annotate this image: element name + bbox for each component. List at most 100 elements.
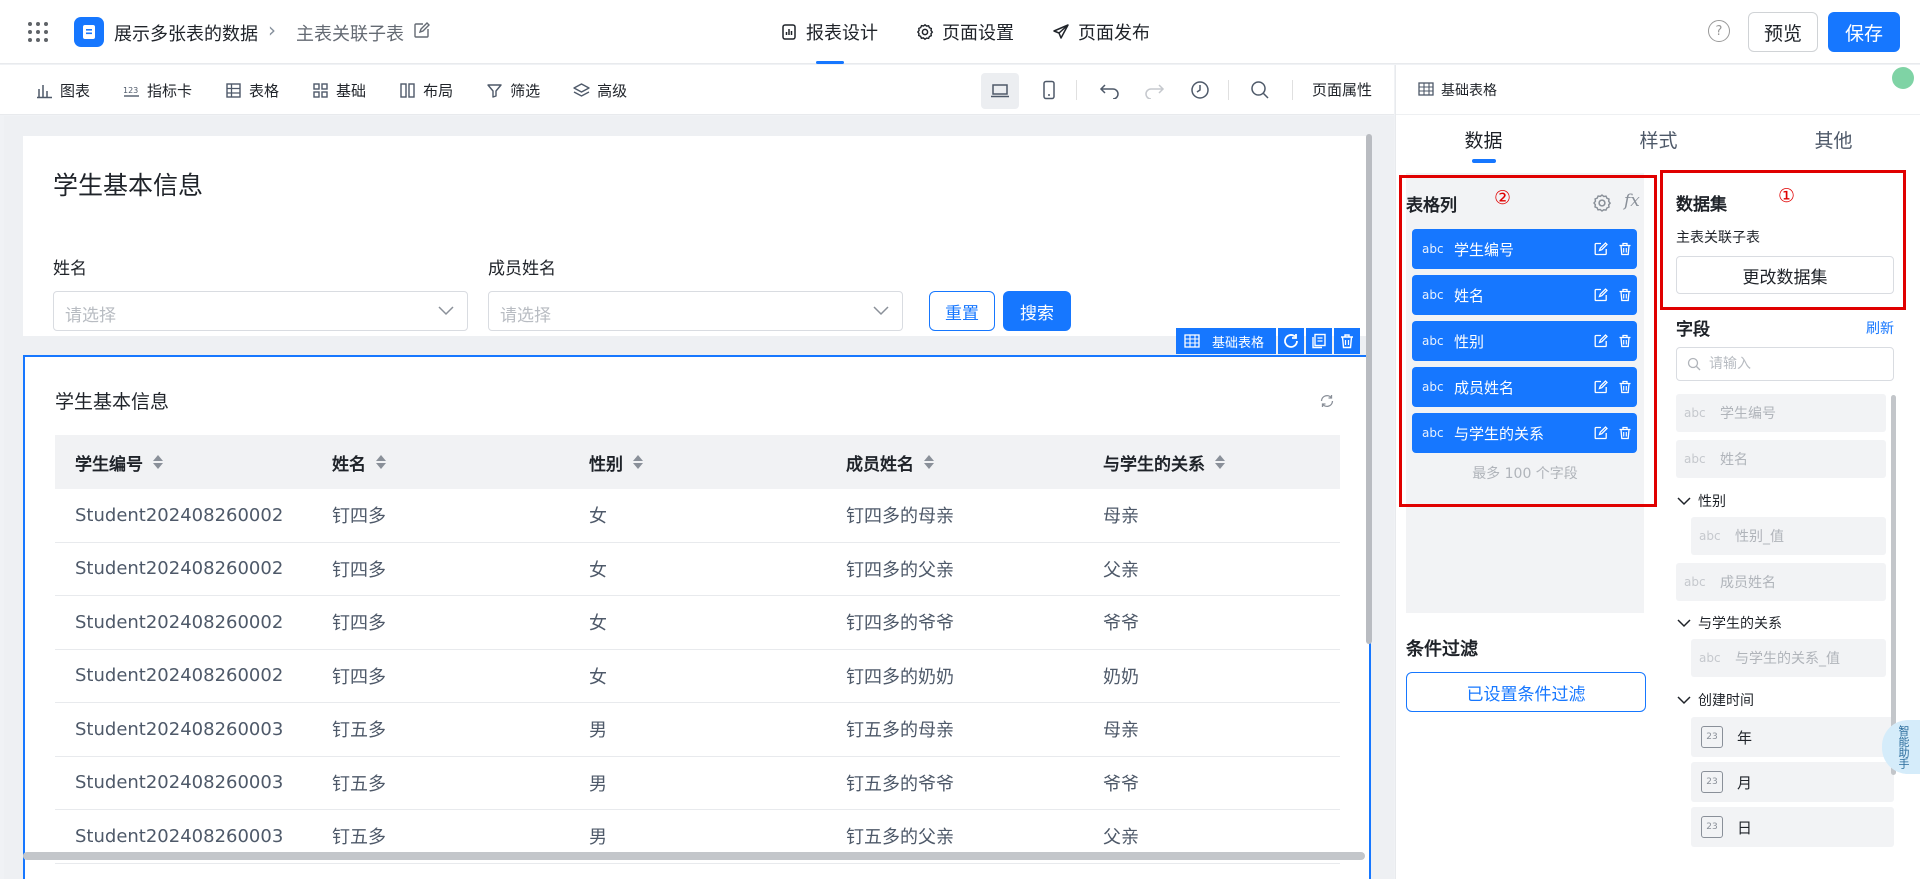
sort-icon[interactable] [376,455,386,469]
toolbar-filter[interactable]: 筛选 [486,65,540,115]
refresh-fields-link[interactable]: 刷新 [1866,318,1894,338]
help-icon[interactable]: ? [1708,20,1730,42]
member-name-select[interactable]: 请选择 [488,291,903,331]
date-field[interactable]: 23 日 [1691,807,1894,847]
tab-report-design[interactable]: 报表设计 [780,0,878,64]
undo-button[interactable] [1098,78,1122,102]
desktop-view-button[interactable] [981,73,1019,109]
tab-page-settings[interactable]: 页面设置 [916,0,1014,64]
date-field-name: 日 [1737,818,1753,837]
reset-button[interactable]: 重置 [929,291,995,331]
table-cell: 父亲 [1103,559,1139,581]
toolbar-advanced[interactable]: 高级 [573,65,627,115]
properties-panel-title: 基础表格 [1441,83,1497,99]
preview-button[interactable]: 预览 [1748,12,1818,52]
canvas-vertical-scrollbar[interactable] [1366,134,1372,644]
tab-data[interactable]: 数据 [1396,115,1571,167]
column-header-label: 性别 [589,454,623,475]
table-refresh-icon[interactable] [1319,393,1335,409]
edit-page-name-icon[interactable] [413,22,430,39]
fields-scrollbar[interactable] [1891,395,1896,775]
refresh-icon [1284,334,1298,348]
toolbar-chart[interactable]: 图表 [36,65,90,115]
column-header-label: 姓名 [332,454,366,475]
column-header[interactable]: 性别 [569,450,826,475]
app-logo-icon [74,17,104,47]
table-cell: 爷爷 [1103,613,1139,635]
component-tag-text: 基础表格 [1212,335,1265,351]
table-cell: 母亲 [1103,720,1139,742]
table-cell: 女 [589,666,607,688]
field-group-relation[interactable]: 与学生的关系 [1676,613,1782,633]
metric-icon: 123 [123,86,140,97]
filter-card[interactable]: 学生基本信息 姓名 请选择 成员姓名 请选择 重置 搜索 [23,136,1371,336]
column-header[interactable]: 姓名 [312,450,569,475]
search-button[interactable] [1248,78,1272,102]
tag-delete-button[interactable] [1334,328,1361,354]
table-cell: Student202408260002 [75,504,284,526]
filter-icon [487,83,502,98]
date-field[interactable]: 23 年 [1691,717,1894,757]
sort-icon[interactable] [153,455,163,469]
field-group-gender[interactable]: 性别 [1676,491,1726,511]
page-properties-link[interactable]: 页面属性 [1312,79,1372,100]
table-row: Student202408260002 钉四多 女 钉四多的爷爷 爷爷 [55,596,1340,650]
app-name[interactable]: 展示多张表的数据 [114,20,258,46]
dataset-field[interactable]: abc 与学生的关系_值 [1691,639,1886,677]
mobile-view-button[interactable] [1037,78,1061,102]
dataset-field[interactable]: abc 成员姓名 [1676,563,1886,601]
column-header[interactable]: 成员姓名 [826,450,1083,475]
table-cell: Student202408260002 [75,665,284,687]
calendar-icon: 23 [1701,726,1723,748]
dataset-field[interactable]: abc 姓名 [1676,440,1886,478]
tag-refresh-button[interactable] [1278,328,1305,354]
toolbar-table[interactable]: 表格 [225,65,279,115]
tag-copy-button[interactable] [1306,328,1333,354]
field-type-label: abc [1684,406,1706,420]
date-field[interactable]: 23 月 [1691,762,1894,802]
component-tag-label[interactable]: 基础表格 [1176,328,1277,354]
table-cell: 奶奶 [1103,666,1139,688]
column-header-label: 学生编号 [75,454,143,475]
sort-icon[interactable] [924,455,934,469]
annotation-box-dataset [1660,170,1906,310]
tab-page-publish[interactable]: 页面发布 [1052,0,1150,64]
toolbar-advanced-label: 高级 [597,81,628,100]
top-header: 展示多张表的数据 › 主表关联子表 报表设计 页面设置 页面发布 ? 预览 保存 [0,0,1920,64]
layout-icon [400,82,415,98]
column-header[interactable]: 学生编号 [55,450,312,475]
canvas-horizontal-scrollbar[interactable] [23,852,1365,860]
apps-grid-icon[interactable] [28,22,48,42]
field-search-input[interactable] [1676,347,1894,381]
table-row: Student202408260002 钉四多 女 钉四多的奶奶 奶奶 [55,650,1340,703]
name-select[interactable]: 请选择 [53,291,468,331]
toolbar-basic[interactable]: 基础 [312,65,366,115]
sort-icon[interactable] [1215,455,1225,469]
field-group-label: 与学生的关系 [1698,616,1782,632]
tab-other[interactable]: 其他 [1746,115,1920,167]
table-cell: Student202408260003 [75,825,284,847]
basic-table-card[interactable]: 学生基本信息 学生编号 姓名 性别 成员姓名 与学生的关系 Student202… [23,355,1371,879]
field-search-text[interactable] [1709,352,1879,376]
toolbar-table-label: 表格 [249,81,280,100]
table-row: Student202408260002 钉四多 女 钉四多的母亲 母亲 [55,489,1340,543]
toolbar-basic-label: 基础 [336,81,367,100]
dataset-field[interactable]: abc 性别_值 [1691,517,1886,555]
toolbar-layout[interactable]: 布局 [399,65,453,115]
dataset-field[interactable]: abc 学生编号 [1676,394,1886,432]
redo-button[interactable] [1142,78,1166,102]
tab-style[interactable]: 样式 [1571,115,1746,167]
condition-filter-button[interactable]: 已设置条件过滤 [1406,672,1646,712]
field-group-created[interactable]: 创建时间 [1676,690,1754,710]
column-header[interactable]: 与学生的关系 [1083,450,1340,475]
properties-panel: 基础表格 数据 样式 其他 表格列 ② fx abc 学生编号 abc 姓名 a… [1395,65,1920,879]
history-button[interactable] [1188,78,1212,102]
table-row: Student202408260003 钉五多 男 钉五多的爷爷 爷爷 [55,757,1340,810]
save-button[interactable]: 保存 [1828,12,1900,52]
field-group-label: 创建时间 [1698,693,1754,709]
table-cell: 男 [589,720,607,742]
search-button[interactable]: 搜索 [1003,291,1071,331]
toolbar-metric-card[interactable]: 123 指标卡 [123,65,192,115]
sort-icon[interactable] [633,455,643,469]
table-cell: 女 [589,613,607,635]
